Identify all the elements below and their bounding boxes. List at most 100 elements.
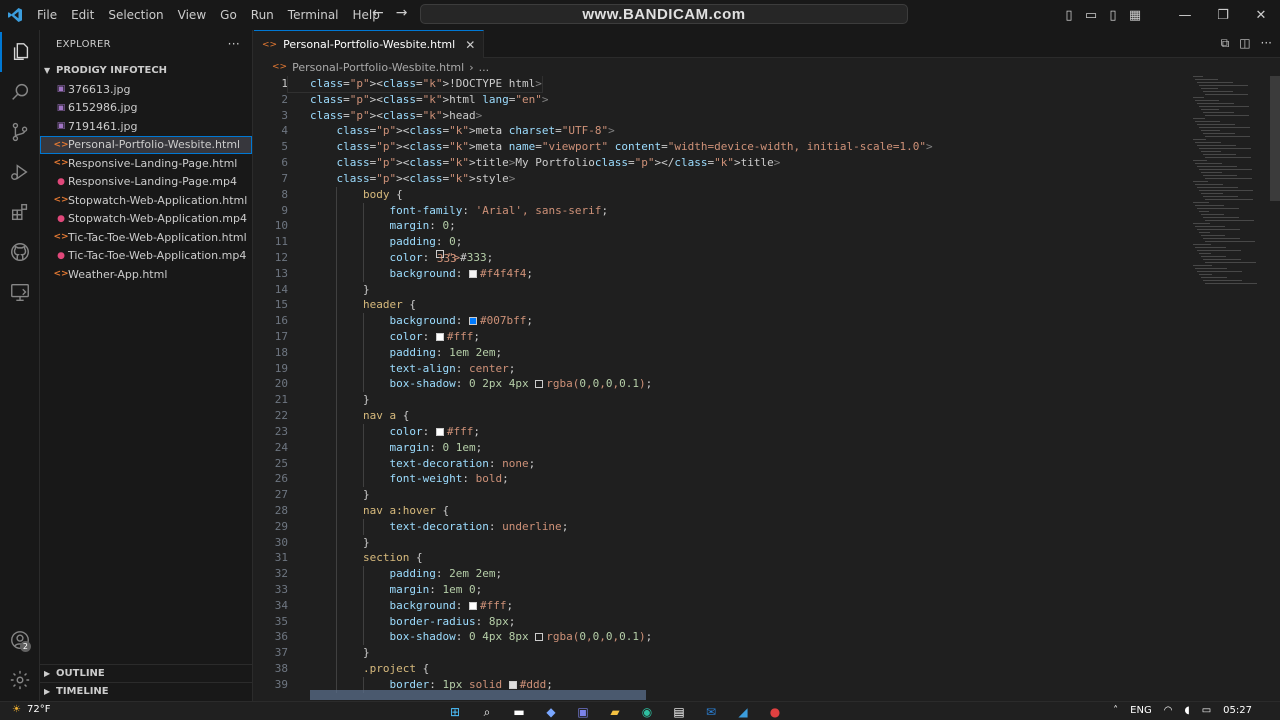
file-explorer-icon[interactable]: ▰	[606, 704, 624, 720]
menu-terminal[interactable]: Terminal	[281, 8, 346, 22]
code-line[interactable]: 19 text-align: center;	[254, 360, 1189, 377]
edge-icon[interactable]: ◉	[638, 704, 656, 720]
more-actions-icon[interactable]: ···	[228, 37, 240, 51]
menu-file[interactable]: File	[30, 8, 64, 22]
code-line[interactable]: 33 margin: 1em 0;	[254, 582, 1189, 598]
code-line[interactable]: 12 color: 333">#333;	[254, 249, 1189, 266]
code-line[interactable]: 11 padding: 0;	[254, 234, 1189, 250]
minimap[interactable]	[1189, 76, 1269, 286]
editor-tab-active[interactable]: <> Personal-Portfolio-Wesbite.html ✕	[254, 30, 485, 58]
settings-gear-icon[interactable]	[0, 660, 40, 700]
code-line[interactable]: 14 }	[254, 281, 1189, 298]
code-line[interactable]: 22 nav a {	[254, 408, 1189, 424]
code-line[interactable]: 10 margin: 0;	[254, 218, 1189, 235]
explorer-icon[interactable]	[0, 32, 40, 72]
volume-icon[interactable]: ◖	[1184, 705, 1189, 716]
file-item[interactable]: ▣ 376613.jpg	[40, 80, 252, 99]
code-line[interactable]: 18 padding: 1em 2em;	[254, 344, 1189, 361]
code-line[interactable]: 2 class="p"><class="k">html lang="en">	[254, 92, 1189, 108]
task-view-icon[interactable]: ▬	[510, 704, 528, 720]
code-line[interactable]: 4 class="p"><class="k">meta charset="UTF…	[254, 123, 1189, 139]
code-line[interactable]: 35 border-radius: 8px;	[254, 613, 1189, 630]
wifi-icon[interactable]: ◠	[1164, 705, 1173, 716]
code-line[interactable]: 15 header {	[254, 297, 1189, 314]
menu-selection[interactable]: Selection	[101, 8, 170, 22]
file-item[interactable]: ▣ 6152986.jpg	[40, 99, 252, 118]
vertical-scrollbar-thumb[interactable]	[1270, 76, 1280, 201]
code-line[interactable]: 23 color: #fff;	[254, 423, 1189, 440]
close-tab-icon[interactable]: ✕	[465, 38, 475, 52]
code-line[interactable]: 28 nav a:hover {	[254, 502, 1189, 519]
input-language[interactable]: ENG	[1130, 705, 1152, 716]
search-icon[interactable]	[0, 72, 40, 112]
code-line[interactable]: 21 }	[254, 392, 1189, 409]
tray-chevron-icon[interactable]: ˄	[1113, 705, 1118, 716]
code-line[interactable]: 17 color: #fff;	[254, 329, 1189, 345]
horizontal-scrollbar-thumb[interactable]	[310, 690, 646, 700]
code-line[interactable]: 13 background: #f4f4f4;	[254, 265, 1189, 282]
toggle-panel-icon[interactable]: ▭	[1080, 8, 1102, 23]
code-line[interactable]: 3 class="p"><class="k">head>	[254, 108, 1189, 124]
code-line[interactable]: 8 body {	[254, 186, 1189, 203]
timeline-section[interactable]: ▶ TIMELINE	[40, 682, 253, 700]
file-item[interactable]: <> Tic-Tac-Toe-Web-Application.html	[40, 228, 252, 247]
menu-edit[interactable]: Edit	[64, 8, 101, 22]
vertical-scrollbar[interactable]	[1270, 76, 1280, 701]
code-line[interactable]: 36 box-shadow: 0 4px 8px rgba(0,0,0,0.1)…	[254, 629, 1189, 646]
taskbar-search-icon[interactable]: ⌕	[478, 704, 496, 720]
outlook-icon[interactable]: ✉	[702, 704, 720, 720]
accounts-icon[interactable]: 2	[0, 620, 40, 660]
split-editor-icon[interactable]: ◫	[1239, 36, 1250, 51]
run-debug-icon[interactable]	[0, 152, 40, 192]
breadcrumb-more[interactable]: ...	[479, 61, 490, 74]
code-line[interactable]: 5 class="p"><class="k">meta name="viewpo…	[254, 139, 1189, 155]
outline-section[interactable]: ▶ OUTLINE	[40, 664, 253, 682]
source-control-icon[interactable]	[0, 112, 40, 152]
code-line[interactable]: 1 class="p"><class="k">!DOCTYPE html>	[254, 76, 1189, 93]
workspace-folder[interactable]: ▼ PRODIGY INFOTECH	[40, 60, 252, 80]
restore-icon[interactable]: ❐	[1204, 8, 1242, 23]
clock[interactable]: 05:27	[1223, 705, 1252, 716]
extensions-icon[interactable]	[0, 192, 40, 232]
toggle-primary-sidebar-icon[interactable]: ▯	[1058, 8, 1080, 23]
code-line[interactable]: 32 padding: 2em 2em;	[254, 566, 1189, 582]
code-line[interactable]: 34 background: #fff;	[254, 597, 1189, 614]
command-center-search[interactable]: www.BANDICAM.com	[420, 4, 908, 24]
file-item[interactable]: <> Responsive-Landing-Page.html	[40, 154, 252, 173]
code-line[interactable]: 7 class="p"><class="k">style>	[254, 171, 1189, 187]
back-arrow-icon[interactable]: ←	[372, 5, 384, 21]
github-icon[interactable]	[0, 232, 40, 272]
menu-run[interactable]: Run	[244, 8, 281, 22]
minimize-icon[interactable]: —	[1166, 8, 1204, 23]
breadcrumb-file[interactable]: Personal-Portfolio-Wesbite.html	[292, 61, 464, 74]
code-line[interactable]: 6 class="p"><class="k">title>My Portfoli…	[254, 155, 1189, 171]
forward-arrow-icon[interactable]: →	[396, 5, 408, 21]
menu-view[interactable]: View	[171, 8, 213, 22]
file-item[interactable]: <> Personal-Portfolio-Wesbite.html	[40, 135, 252, 154]
code-line[interactable]: 31 section {	[254, 550, 1189, 567]
more-editor-actions-icon[interactable]: ···	[1261, 36, 1272, 51]
menu-go[interactable]: Go	[213, 8, 244, 22]
code-line[interactable]: 29 text-decoration: underline;	[254, 518, 1189, 535]
code-editor[interactable]: 1 class="p"><class="k">!DOCTYPE html> 2 cla…	[254, 76, 1189, 701]
toggle-secondary-sidebar-icon[interactable]: ▯	[1102, 8, 1124, 23]
file-item[interactable]: ▣ 7191461.jpg	[40, 117, 252, 136]
weather-widget[interactable]: ☀ 72°F	[12, 704, 50, 715]
file-item[interactable]: ● Responsive-Landing-Page.mp4	[40, 173, 252, 192]
code-line[interactable]: 16 background: #007bff;	[254, 313, 1189, 329]
file-item[interactable]: ● Stopwatch-Web-Application.mp4	[40, 210, 252, 229]
code-line[interactable]: 25 text-decoration: none;	[254, 455, 1189, 472]
battery-icon[interactable]: ▭	[1202, 705, 1211, 716]
code-line[interactable]: 27 }	[254, 487, 1189, 503]
open-preview-icon[interactable]: ⧉	[1221, 36, 1230, 51]
remote-explorer-icon[interactable]	[0, 272, 40, 312]
code-line[interactable]: 26 font-weight: bold;	[254, 471, 1189, 488]
start-icon[interactable]: ⊞	[446, 704, 464, 720]
close-window-icon[interactable]: ✕	[1242, 8, 1280, 23]
teams-icon[interactable]: ▣	[574, 704, 592, 720]
bandicam-icon[interactable]: ●	[766, 704, 784, 720]
code-line[interactable]: 24 margin: 0 1em;	[254, 439, 1189, 456]
file-item[interactable]: <> Stopwatch-Web-Application.html	[40, 191, 252, 210]
vscode-taskbar-icon[interactable]: ◢	[734, 704, 752, 720]
file-item[interactable]: ● Tic-Tac-Toe-Web-Application.mp4	[40, 247, 252, 266]
